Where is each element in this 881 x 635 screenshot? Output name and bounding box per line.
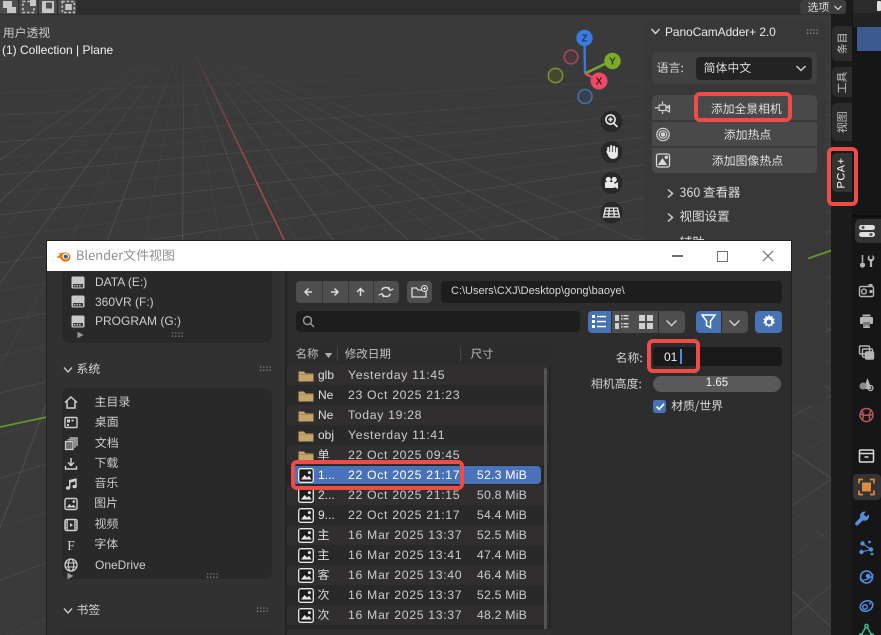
svg-text:Y: Y — [609, 57, 616, 68]
svg-text:Z: Z — [581, 34, 587, 45]
svg-text:X: X — [596, 77, 603, 88]
svg-text:F: F — [67, 538, 75, 552]
